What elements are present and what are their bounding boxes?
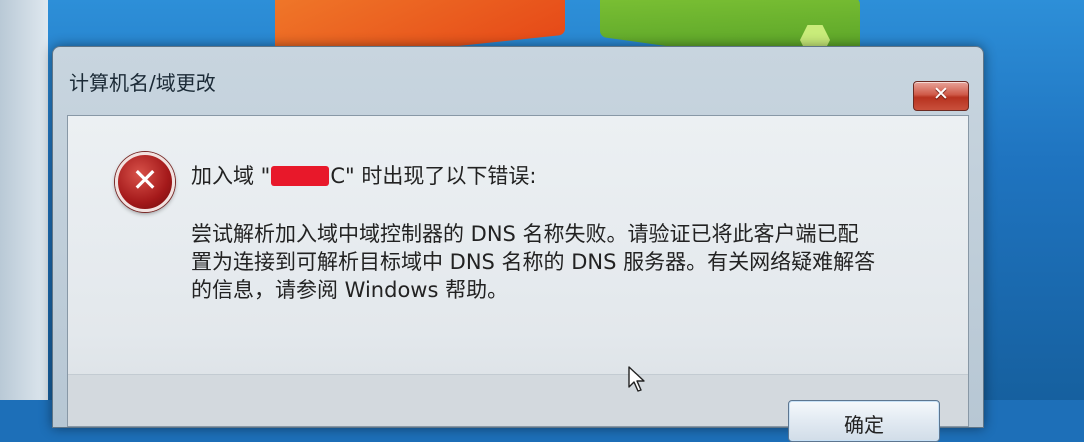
- close-icon: ✕: [933, 83, 949, 105]
- ok-button[interactable]: 确定: [788, 400, 940, 442]
- close-button[interactable]: ✕: [913, 81, 969, 111]
- error-heading-suffix: C" 时出现了以下错误:: [330, 164, 537, 188]
- error-message: 尝试解析加入域中域控制器的 DNS 名称失败。请验证已将此客户端已配 置为连接到…: [191, 220, 875, 304]
- error-message-line: 置为连接到可解析目标域中 DNS 名称的 DNS 服务器。有关网络疑难解答: [191, 250, 876, 274]
- ok-button-label: 确定: [844, 413, 884, 437]
- background-window-edge: [0, 0, 48, 400]
- error-icon: ✕: [115, 152, 175, 212]
- error-heading: 加入域 " C" 时出现了以下错误:: [191, 160, 536, 190]
- error-message-line: 的信息，请参阅 Windows 帮助。: [191, 278, 509, 302]
- dialog-title: 计算机名/域更改: [69, 71, 216, 95]
- mouse-pointer-icon: [628, 366, 645, 392]
- error-heading-prefix: 加入域 ": [191, 164, 271, 188]
- dialog-content: ✕ 加入域 " C" 时出现了以下错误: 尝试解析加入域中域控制器的 DNS 名称…: [67, 115, 969, 442]
- redacted-domain-name: [271, 166, 330, 186]
- error-dialog: 计算机名/域更改 ✕ ✕ 加入域 " C" 时出现了以下错误: 尝试解析加入域中域…: [52, 46, 984, 442]
- error-message-line: 尝试解析加入域中域控制器的 DNS 名称失败。请验证已将此客户端已配: [191, 222, 859, 246]
